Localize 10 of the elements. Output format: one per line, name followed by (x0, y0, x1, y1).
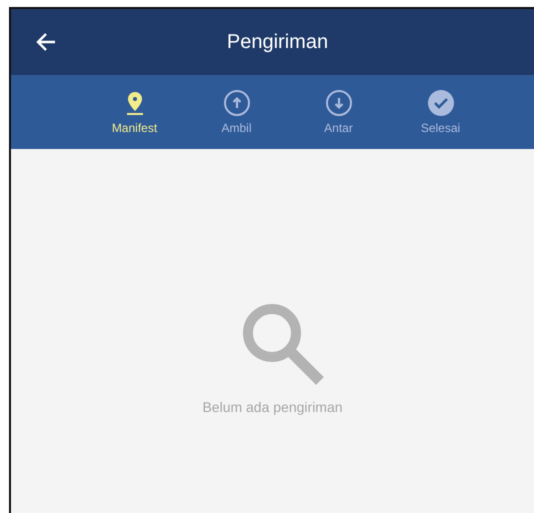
back-arrow-icon[interactable] (35, 31, 57, 53)
empty-message: Belum ada pengiriman (202, 399, 343, 415)
screen-title: Pengiriman (226, 30, 330, 54)
arrow-down-circle-icon (324, 89, 352, 117)
check-circle-icon (426, 89, 454, 117)
arrow-up-circle-icon (222, 89, 250, 117)
tab[interactable]: Selesai (390, 75, 492, 149)
tab[interactable]: Ambil (186, 75, 288, 149)
tab[interactable]: Manifest (84, 75, 186, 149)
tab[interactable]: Antar (288, 75, 390, 149)
